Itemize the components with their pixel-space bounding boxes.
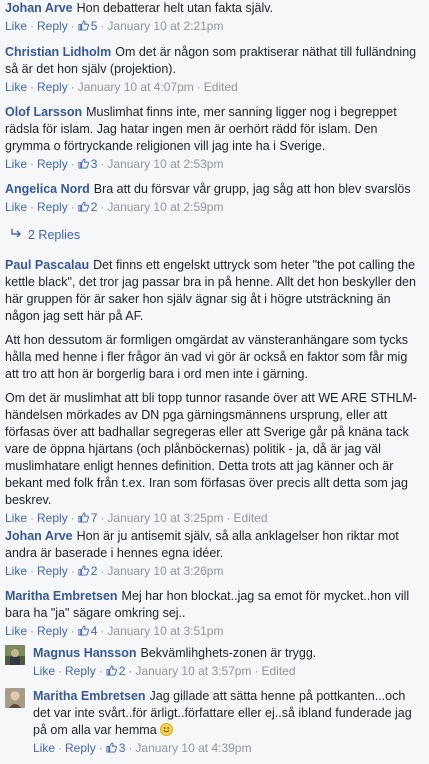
like-count[interactable]: 5 [78,19,97,33]
like-count[interactable]: 3 [106,741,125,755]
comment-timestamp[interactable]: January 10 at 2:21pm [107,19,223,33]
comment-text: Hon debatterar helt utan fakta själv. [76,1,274,15]
like-button[interactable]: Like [5,19,27,33]
reply-button[interactable]: Reply [37,200,68,214]
comment-text: Bekvämlihghets-zonen är trygg. [140,646,317,660]
comment-actions: Like · Reply · 4 · January 10 at 3:51pm [5,624,224,638]
like-button[interactable]: Like [33,664,55,678]
comment-actions: Like · Reply · 7 · January 10 at 3:25pm · Edited [5,511,268,525]
reply-comment: Magnus Hansson Bekvämlihghets-zonen är tr… [33,645,423,679]
avatar[interactable] [5,645,25,665]
edited-label[interactable]: Edited [233,511,267,525]
edited-label[interactable]: Edited [204,80,238,94]
comment: Johan Arve Hon debatterar helt utan fakta… [5,0,423,34]
comment-paragraph: Om det är muslimhat att bli topp tunnor … [5,391,417,507]
thumbs-up-icon [78,201,89,212]
reply-comment: Maritha Embretsen Jag gillade att sätta h… [33,688,423,756]
thumbs-up-icon [106,665,117,676]
like-button[interactable]: Like [5,200,27,214]
avatar-image [5,688,25,708]
comment-feed: Johan Arve Hon debatterar helt utan fakta… [0,0,429,764]
like-button[interactable]: Like [5,511,27,525]
comment-timestamp[interactable]: January 10 at 3:51pm [107,624,223,638]
reply-button[interactable]: Reply [37,624,68,638]
comment: Christian Lidholm Om det är någon som pra… [5,44,423,95]
reply-button[interactable]: Reply [65,741,96,755]
comment-timestamp[interactable]: January 10 at 3:57pm [135,664,251,678]
like-button[interactable]: Like [5,564,27,578]
smiley-emoji-icon [160,723,174,736]
comment: Angelica Nord Bra att du försvar vår grup… [5,181,423,215]
reply-button[interactable]: Reply [37,80,68,94]
thumbs-up-icon [78,512,89,523]
thumbs-up-icon [78,158,89,169]
comment-timestamp[interactable]: January 10 at 3:26pm [107,564,223,578]
like-button[interactable]: Like [5,157,27,171]
reply-button[interactable]: Reply [65,664,96,678]
comment-actions: Like · Reply · January 10 at 4:07pm · Edited [5,80,238,94]
comment-timestamp[interactable]: January 10 at 2:53pm [107,157,223,171]
replies-count-label: 2 Replies [28,228,81,242]
comment-author[interactable]: Olof Larsson [5,105,82,119]
like-count[interactable]: 3 [78,157,97,171]
comment-actions: Like · Reply · 3 · January 10 at 4:39pm [33,741,252,755]
like-button[interactable]: Like [33,741,55,755]
comment-author[interactable]: Johan Arve [5,529,73,543]
comment-author[interactable]: Johan Arve [5,1,73,15]
view-replies-link[interactable]: 2 Replies [10,227,80,244]
thumbs-up-icon [106,742,117,753]
comment-author[interactable]: Angelica Nord [5,182,90,196]
comment-actions: Like · Reply · 2 · January 10 at 3:26pm [5,564,224,578]
comment-actions: Like · Reply · 5 · January 10 at 2:21pm [5,19,224,33]
comment: Maritha Embretsen Mej har hon blockat..ja… [5,588,423,639]
comment-text: Bra att du försvar vår grupp, jag såg at… [93,182,411,196]
thumbs-up-icon [78,20,89,31]
comment-timestamp[interactable]: January 10 at 4:39pm [135,741,251,755]
comment-actions: Like · Reply · 2 · January 10 at 2:59pm [5,200,224,214]
comment-timestamp[interactable]: January 10 at 2:59pm [107,200,223,214]
like-count[interactable]: 4 [78,624,97,638]
comment-timestamp[interactable]: January 10 at 4:07pm [78,80,194,94]
like-button[interactable]: Like [5,624,27,638]
reply-button[interactable]: Reply [37,19,68,33]
comment-author[interactable]: Maritha Embretsen [33,689,146,703]
comment-actions: Like · Reply · 2 · January 10 at 3:57pm · Edited [33,664,296,678]
edited-label[interactable]: Edited [261,664,295,678]
reply-button[interactable]: Reply [37,157,68,171]
comment: Paul Pascalau Det finns ett engelskt uttr… [5,257,423,526]
comment: Johan Arve Hon är ju antisemit själv, så … [5,528,423,579]
like-count[interactable]: 2 [106,664,125,678]
like-count[interactable]: 2 [78,200,97,214]
comment: Olof Larsson Muslimhat finns inte, mer sa… [5,104,423,172]
reply-arrow-icon [11,229,21,238]
comment-author[interactable]: Christian Lidholm [5,45,111,59]
thumbs-up-icon [78,565,89,576]
comment-author[interactable]: Magnus Hansson [33,646,137,660]
comment-timestamp[interactable]: January 10 at 3:25pm [107,511,223,525]
comment-author[interactable]: Maritha Embretsen [5,589,118,603]
thumbs-up-icon [78,625,89,636]
avatar-image [5,645,25,665]
comment-actions: Like · Reply · 3 · January 10 at 2:53pm [5,157,224,171]
comment-author[interactable]: Paul Pascalau [5,258,89,272]
like-button[interactable]: Like [5,80,27,94]
like-count[interactable]: 2 [78,564,97,578]
avatar[interactable] [5,688,25,708]
reply-button[interactable]: Reply [37,564,68,578]
like-count[interactable]: 7 [78,511,97,525]
comment-paragraph: Att hon dessutom är formligen omgärdat a… [5,333,408,381]
reply-button[interactable]: Reply [37,511,68,525]
